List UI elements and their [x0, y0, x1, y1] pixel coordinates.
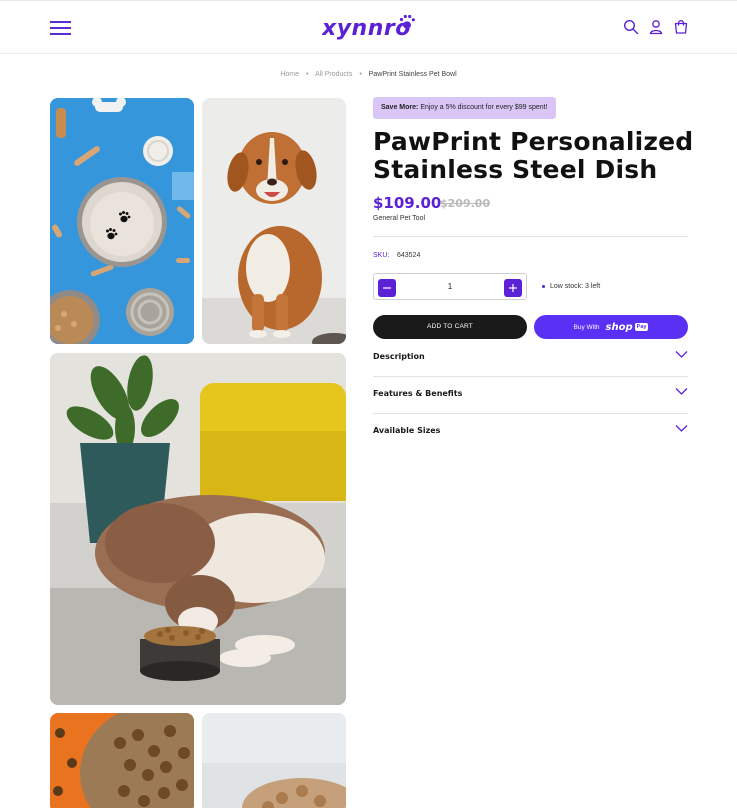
breadcrumb-all-products[interactable]: All Products: [315, 71, 352, 78]
quantity-decrease-button[interactable]: [378, 279, 396, 297]
accordion-available-sizes[interactable]: Available Sizes: [373, 425, 688, 464]
product-title: PawPrint Personalized Stainless Steel Di…: [373, 128, 703, 184]
product-image-kibble-bowl[interactable]: [50, 713, 194, 808]
product-vendor: General Pet Tool: [373, 215, 426, 222]
product-image-dog-sitting[interactable]: [202, 98, 346, 344]
breadcrumb-home[interactable]: Home: [280, 71, 299, 78]
cart-icon[interactable]: [673, 19, 689, 35]
breadcrumb-separator: •: [305, 71, 309, 78]
accordion-description[interactable]: Description: [373, 351, 688, 390]
buy-with-label: Buy With: [573, 323, 600, 331]
divider: [373, 376, 688, 377]
stock-indicator: Low stock: 3 left: [542, 283, 600, 290]
accordion-features-benefits[interactable]: Features & Benefits: [373, 388, 688, 427]
chevron-down-icon: [675, 351, 688, 358]
plus-icon: [509, 284, 517, 292]
accordion-label: Features & Benefits: [373, 389, 463, 398]
quantity-stepper: [373, 273, 527, 300]
chevron-down-icon: [675, 388, 688, 395]
shop-pay-logo-text: shop: [605, 321, 633, 333]
sku-label: SKU:: [373, 252, 390, 259]
promo-text: Enjoy a 5% discount for every $99 spent!: [420, 104, 548, 111]
divider: [373, 236, 688, 237]
quantity-increase-button[interactable]: [504, 279, 522, 297]
brand-logo[interactable]: xynnro: [322, 12, 416, 42]
product-title-line2: Stainless Steel Dish: [373, 155, 658, 184]
chevron-down-icon: [675, 425, 688, 432]
breadcrumb-current: PawPrint Stainless Pet Bowl: [368, 71, 457, 78]
accordion-label: Available Sizes: [373, 426, 441, 435]
svg-text:xynnro: xynnro: [322, 16, 411, 41]
product-image-dog-eating[interactable]: [50, 353, 346, 705]
breadcrumb-separator: •: [359, 71, 362, 78]
product-image-bowl-on-blue[interactable]: [50, 98, 194, 344]
search-icon[interactable]: [623, 19, 639, 35]
stock-dot-icon: [542, 285, 545, 288]
logo-graphic: xynnro: [322, 14, 415, 41]
product-price: $109.00: [373, 194, 442, 212]
promo-banner: Save More: Enjoy a 5% discount for every…: [373, 97, 556, 119]
accordion-label: Description: [373, 352, 425, 361]
compare-at-price: $209.00: [440, 197, 491, 210]
breadcrumb: Home • All Products • PawPrint Stainless…: [0, 71, 737, 78]
minus-icon: [383, 287, 391, 289]
stock-text: Low stock: 3 left: [550, 283, 601, 290]
shop-pay-pill: Pay: [634, 323, 649, 331]
promo-bold: Save More:: [381, 104, 419, 111]
shop-pay-button[interactable]: Buy With shop Pay: [534, 315, 688, 339]
sku-value: 643524: [397, 252, 421, 259]
account-icon[interactable]: [648, 19, 664, 35]
divider: [373, 413, 688, 414]
site-header: xynnro: [0, 0, 737, 54]
quantity-input[interactable]: [404, 274, 496, 299]
product-image-kibble-closeup[interactable]: [202, 713, 346, 808]
product-title-line1: PawPrint Personalized: [373, 127, 694, 156]
menu-icon[interactable]: [50, 20, 71, 36]
add-to-cart-button[interactable]: ADD TO CART: [373, 315, 527, 339]
